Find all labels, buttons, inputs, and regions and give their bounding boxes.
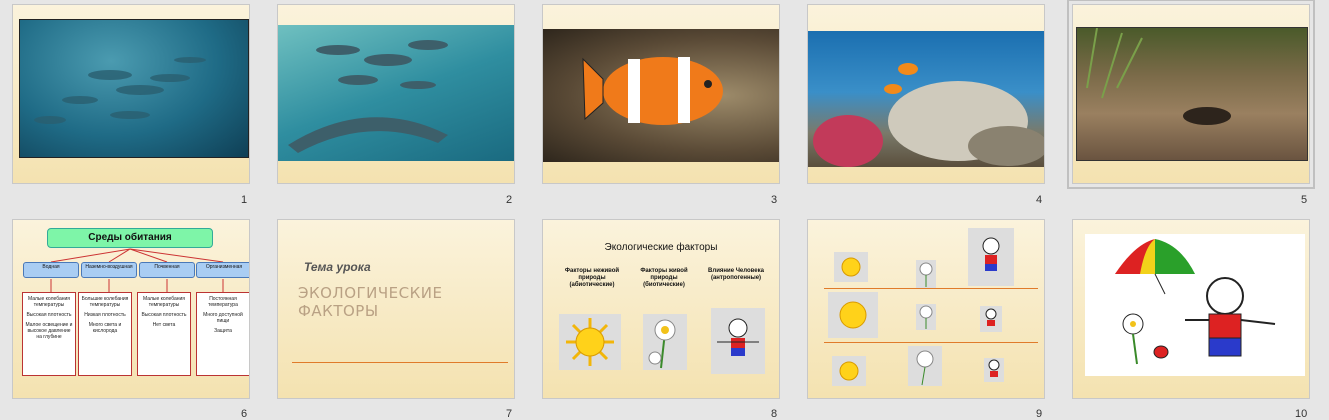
clownfish-image [543,29,779,162]
slide-thumb-6[interactable]: Среды обитания Водная Наземно-воздушная … [12,219,250,399]
slide-thumb-1[interactable] [12,4,250,184]
divider [292,362,508,363]
lesson-topic-label: Тема урока [304,260,371,274]
habitats-title: Среды обитания [47,228,213,248]
flower-picture [643,314,687,370]
column-water: Малые колебания температуры Высокая плотн… [22,292,76,376]
label-biotic: Факторы живой природы (биотические) [640,268,688,288]
slide-thumb-5[interactable] [1067,0,1315,189]
divider [824,288,1038,289]
slide-thumb-2[interactable] [277,4,515,184]
category-land-air: Наземно-воздушная [81,262,137,278]
flower-picture [916,304,936,330]
mole-shape [1086,27,1231,125]
child-picture [980,306,1002,332]
reef-shapes [813,63,1044,167]
column-land-air: Большие колебания температуры Низкая плот… [78,292,132,376]
sun-picture [828,292,878,338]
slide-number: 10 [1295,408,1308,420]
coral-reef-image [808,31,1044,167]
slide-thumb-10[interactable] [1072,219,1310,399]
slide-number: 3 [771,194,778,206]
label-anthropogenic: Влияние Человека (антропогенные) [708,268,764,281]
slide-number: 1 [241,194,248,206]
column-organism: Постоянная температура Много доступной пи… [196,292,249,376]
underwater-dolphins-image [19,19,249,158]
flower-picture [916,260,936,288]
child-picture [711,308,765,374]
slide-thumb-3[interactable] [542,4,780,184]
slide-thumb-9[interactable] [807,219,1045,399]
sun-picture [832,356,866,386]
slide-number: 5 [1301,194,1308,206]
column-soil: Малые колебания температуры Высокая плотн… [137,292,191,376]
sun-picture [559,314,621,370]
clownfish-shape [582,57,723,125]
slide-thumb-4[interactable] [807,4,1045,184]
slide-number: 7 [506,408,513,420]
lesson-title: ЭКОЛОГИЧЕСКИЕ ФАКТОРЫ [298,284,443,320]
slide-number: 2 [506,194,513,206]
child-picture [984,358,1004,382]
child-with-umbrella-drawing [1085,234,1305,376]
child-picture [968,228,1014,286]
slide-number: 9 [1036,408,1043,420]
dolphins-image [278,25,514,161]
dolphin-silhouettes [288,40,448,153]
category-organism: Организменная [196,262,249,278]
sun-picture [834,252,868,282]
category-soil: Почвенная [139,262,195,278]
slide-number: 6 [241,408,248,420]
slide-number: 4 [1036,194,1043,206]
label-abiotic: Факторы неживой природы (абиотические) [564,268,620,288]
slide-thumb-7[interactable]: Тема урока ЭКОЛОГИЧЕСКИЕ ФАКТОРЫ [277,219,515,399]
category-water: Водная [23,262,79,278]
dolphin-silhouettes [34,57,206,124]
factors-heading: Экологические факторы [604,242,718,253]
divider [824,342,1038,343]
slide-number: 8 [771,408,778,420]
mole-in-soil-image [1076,27,1308,161]
slide-thumb-8[interactable]: Экологические факторы Факторы неживой пр… [542,219,780,399]
flower-picture [908,346,942,386]
